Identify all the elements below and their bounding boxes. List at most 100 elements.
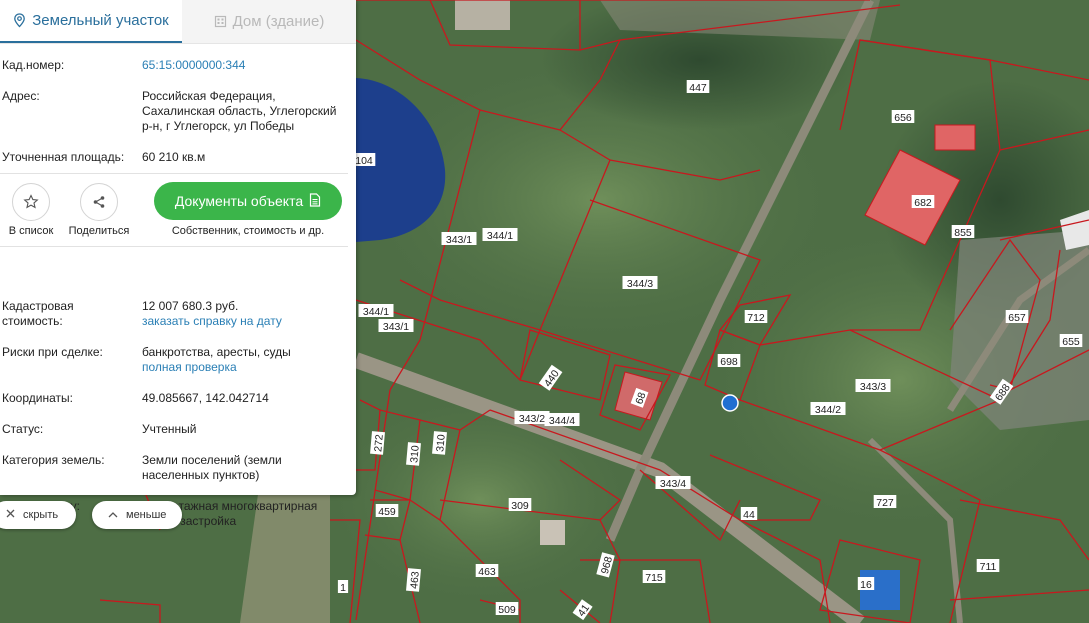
- tab-house-label: Дом (здание): [232, 13, 325, 30]
- plot-label-text: 459: [378, 506, 396, 518]
- risks-value: банкротства, аресты, суды полная проверк…: [142, 345, 347, 375]
- object-documents-subtitle: Собственник, стоимость и др.: [171, 225, 325, 237]
- plot-label[interactable]: 343/1: [378, 319, 414, 333]
- plot-label-text: 16: [860, 579, 872, 591]
- plot-label[interactable]: 655: [1059, 334, 1083, 348]
- cadastral-number-value[interactable]: 65:15:0000000:344: [142, 58, 347, 73]
- tab-land-plot[interactable]: Земельный участок: [0, 0, 182, 43]
- plot-label[interactable]: 344/2: [810, 402, 846, 416]
- plot-label-text: 509: [498, 604, 516, 616]
- plot-label-text: 463: [478, 566, 496, 578]
- share-icon: [93, 196, 105, 208]
- plot-label[interactable]: 343/3: [855, 379, 891, 393]
- building: [934, 124, 976, 151]
- plot-label[interactable]: 1: [337, 580, 349, 594]
- less-label: меньше: [126, 509, 167, 521]
- coordinates-value: 49.085667, 142.042714: [142, 391, 269, 405]
- plot-label-text: 343/3: [860, 381, 886, 393]
- building: [455, 0, 510, 30]
- plot-label[interactable]: 344/1: [482, 228, 518, 242]
- cadastral-value-amount: 12 007 680.3 руб.: [142, 299, 239, 313]
- plot-label[interactable]: 459: [375, 504, 399, 518]
- plot-label[interactable]: 509: [495, 602, 519, 616]
- cadastral-number-label: Кад.номер:: [2, 58, 65, 72]
- document-icon: [309, 192, 321, 210]
- divider: [0, 246, 348, 247]
- object-documents-button[interactable]: Документы объекта: [154, 182, 342, 220]
- plot-label[interactable]: 343/2: [514, 411, 550, 425]
- share-label: Поделиться: [68, 225, 130, 237]
- divider: [0, 173, 348, 174]
- object-tabs: Земельный участок Дом (здание): [0, 0, 356, 44]
- status-label: Статус:: [2, 422, 44, 436]
- plot-label-text: 343/2: [519, 413, 545, 425]
- plot-label[interactable]: 727: [873, 495, 897, 509]
- plot-label[interactable]: 343/1: [441, 232, 477, 246]
- plot-label[interactable]: 344/4: [544, 413, 580, 427]
- plot-label-text: 272: [372, 434, 385, 453]
- plot-label[interactable]: 344/1: [358, 304, 394, 318]
- plot-label[interactable]: 855: [951, 225, 975, 239]
- plot-label-text: 343/4: [660, 478, 686, 490]
- cadastral-value-value: 12 007 680.3 руб. заказать справку на да…: [142, 299, 347, 329]
- plot-label[interactable]: 657: [1005, 310, 1029, 324]
- plot-label[interactable]: 715: [642, 570, 666, 584]
- plot-label[interactable]: 463: [406, 568, 422, 592]
- share-button[interactable]: [80, 183, 118, 221]
- full-check-link[interactable]: полная проверка: [142, 360, 237, 374]
- plot-label[interactable]: 447: [686, 80, 710, 94]
- plot-label-text: 343/1: [446, 234, 472, 246]
- plot-label-text: 104: [355, 155, 373, 167]
- plot-label-text: 310: [434, 434, 447, 453]
- plot-label[interactable]: 698: [717, 354, 741, 368]
- risks-label: Риски при сделке:: [2, 345, 103, 359]
- plot-label-text: 727: [876, 497, 894, 509]
- address-label: Адрес:: [2, 89, 40, 103]
- plot-label[interactable]: 344/3: [622, 276, 658, 290]
- plot-label[interactable]: 310: [406, 442, 422, 466]
- land-category-label: Категория земель:: [2, 453, 105, 467]
- plot-label[interactable]: 44: [740, 507, 758, 521]
- plot-label-text: 344/1: [363, 306, 389, 318]
- location-marker-icon[interactable]: [721, 394, 739, 412]
- plot-label[interactable]: 463: [475, 564, 499, 578]
- plot-label-text: 712: [747, 312, 765, 324]
- add-to-list-button[interactable]: [12, 183, 50, 221]
- plot-label-text: 344/3: [627, 278, 653, 290]
- plot-label-text: 1: [340, 582, 346, 594]
- plot-label-text: 682: [914, 197, 932, 209]
- tab-land-plot-label: Земельный участок: [32, 12, 169, 29]
- plot-label[interactable]: 309: [508, 498, 532, 512]
- address-value: Российская Федерация, Сахалинская област…: [142, 89, 337, 133]
- plot-label-text: 447: [689, 82, 707, 94]
- add-to-list-label: В список: [8, 225, 54, 237]
- plot-label[interactable]: 343/4: [655, 476, 691, 490]
- plot-label[interactable]: 310: [432, 431, 448, 455]
- area-value: 60 210 кв.м: [142, 150, 206, 164]
- plot-label[interactable]: 272: [370, 431, 386, 455]
- hide-panel-label: скрыть: [23, 509, 59, 521]
- order-certificate-link[interactable]: заказать справку на дату: [142, 314, 282, 328]
- plot-label[interactable]: 711: [976, 559, 1000, 573]
- area-label: Уточненная площадь:: [2, 150, 125, 164]
- info-panel: Земельный участок Дом (здание) Кад.номер…: [0, 0, 356, 528]
- plot-label[interactable]: 104: [352, 153, 376, 167]
- plot-label[interactable]: 712: [744, 310, 768, 324]
- plot-label-text: 309: [511, 500, 529, 512]
- status-value: Учтенный: [142, 422, 197, 436]
- plot-label[interactable]: 16: [857, 577, 875, 591]
- building: [540, 520, 565, 545]
- industrial-area: [950, 230, 1089, 430]
- plot-label-text: 463: [408, 571, 421, 590]
- star-icon: [23, 194, 39, 209]
- hide-panel-button[interactable]: скрыть: [0, 501, 76, 529]
- plot-label[interactable]: 682: [911, 195, 935, 209]
- tab-house[interactable]: Дом (здание): [182, 0, 356, 43]
- plot-label-text: 711: [980, 561, 997, 573]
- less-button[interactable]: меньше: [92, 501, 182, 529]
- plot-label[interactable]: 656: [891, 110, 915, 124]
- plot-label-text: 715: [645, 572, 663, 584]
- plot-label-text: 44: [743, 509, 755, 521]
- coordinates-label: Координаты:: [2, 391, 73, 405]
- plot-label-text: 655: [1062, 336, 1080, 348]
